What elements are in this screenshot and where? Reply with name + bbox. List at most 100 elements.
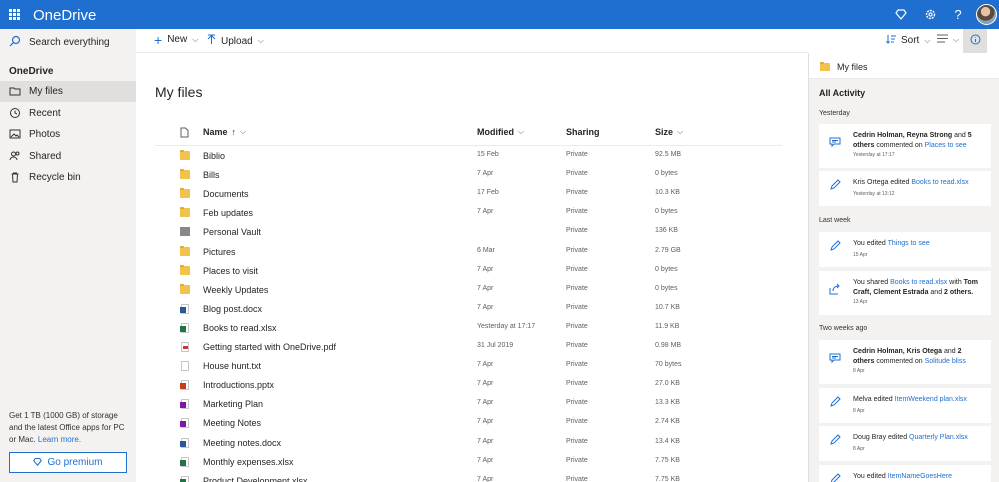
file-row[interactable]: Pictures 6 Mar Private 2.79 GB	[155, 243, 782, 262]
avatar[interactable]	[976, 4, 997, 25]
file-row[interactable]: House hunt.txt 7 Apr Private 70 bytes	[155, 357, 782, 376]
sidebar-item-label: Recycle bin	[29, 172, 81, 183]
file-row[interactable]: Personal Vault Private 136 KB	[155, 223, 782, 242]
activity-time: Yesterday at 13:12	[853, 191, 895, 197]
activity-text-part: Kris Ortega	[853, 179, 889, 186]
new-button[interactable]: + New ⌵	[154, 33, 198, 47]
file-name[interactable]: Introductions.pptx	[203, 380, 274, 390]
file-row[interactable]: Meeting notes.docx 7 Apr Private 13.4 KB	[155, 434, 782, 453]
file-row[interactable]: Weekly Updates 7 Apr Private 0 bytes	[155, 281, 782, 300]
file-sharing: Private	[566, 151, 588, 158]
file-row[interactable]: Documents 17 Feb Private 10.3 KB	[155, 185, 782, 204]
column-header-modified[interactable]: Modified ⌵	[477, 127, 524, 137]
info-pane-button[interactable]	[963, 29, 987, 53]
file-name[interactable]: Blog post.docx	[203, 304, 262, 314]
file-row[interactable]: Marketing Plan 7 Apr Private 13.3 KB	[155, 395, 782, 414]
trash-icon	[9, 171, 21, 183]
sidebar-item-label: Shared	[29, 151, 62, 162]
file-size: 0 bytes	[655, 284, 678, 292]
file-name[interactable]: Personal Vault	[203, 227, 261, 237]
file-row[interactable]: Meeting Notes 7 Apr Private 2.74 KB	[155, 414, 782, 433]
activity-card[interactable]: Cedrin Holman, Kris Otega and 2 others c…	[819, 340, 991, 384]
file-name[interactable]: Meeting Notes	[203, 418, 261, 428]
file-name[interactable]: Weekly Updates	[203, 285, 268, 295]
activity-group-heading: Two weeks ago	[819, 325, 868, 332]
activity-card[interactable]: Kris Ortega edited Books to read.xlsx Yes…	[819, 171, 991, 206]
column-header-size[interactable]: Size ⌵	[655, 127, 683, 137]
file-name[interactable]: Monthly expenses.xlsx	[203, 457, 294, 467]
file-modified: 31 Jul 2019	[477, 342, 514, 349]
comment-icon	[829, 136, 841, 148]
file-row[interactable]: Feb updates 7 Apr Private 0 bytes	[155, 204, 782, 223]
activity-text-part: commented on	[874, 358, 925, 365]
activity-time: Yesterday at 17:17	[853, 152, 895, 158]
file-modified: 7 Apr	[477, 170, 494, 178]
chevron-down-icon: ⌵	[518, 127, 525, 136]
activity-card[interactable]: Melva edited ItemWeekend plan.xlsx 8 Apr	[819, 388, 991, 423]
go-premium-button[interactable]: Go premium	[9, 452, 127, 473]
activity-card[interactable]: Cedrin Holman, Reyna Strong and 5 others…	[819, 124, 991, 168]
search-input[interactable]: Search everything	[29, 37, 110, 48]
file-row[interactable]: Blog post.docx 7 Apr Private 10.7 KB	[155, 300, 782, 319]
app-launcher-icon[interactable]	[9, 9, 20, 20]
activity-file-link[interactable]: Books to read.xlsx	[890, 279, 947, 286]
file-size: 0.98 MB	[655, 342, 682, 349]
file-row[interactable]: Introductions.pptx 7 Apr Private 27.0 KB	[155, 376, 782, 395]
activity-card[interactable]: You edited ItemNameGoesHere	[819, 465, 991, 482]
file-name[interactable]: Feb updates	[203, 208, 253, 218]
file-row[interactable]: Bills 7 Apr Private 0 bytes	[155, 166, 782, 185]
app-title[interactable]: OneDrive	[33, 7, 96, 24]
activity-file-link[interactable]: Places to see	[925, 142, 967, 149]
file-row[interactable]: Biblio 15 Feb Private 92.5 MB	[155, 147, 782, 166]
activity-file-link[interactable]: Books to read.xlsx	[911, 179, 968, 186]
file-name[interactable]: Biblio	[203, 151, 225, 161]
file-name[interactable]: Product Development.xlsx	[203, 476, 308, 482]
sidebar-item-photos[interactable]: Photos	[0, 124, 136, 145]
column-header-sharing[interactable]: Sharing	[566, 127, 600, 137]
file-list-area: My files Name ↑ ⌵ Modified ⌵ Sharing Siz…	[136, 53, 808, 482]
activity-file-link[interactable]: Solitude bliss	[925, 358, 966, 365]
panel-title: My files	[837, 62, 868, 72]
file-name[interactable]: Pictures	[203, 247, 236, 257]
help-icon[interactable]: ?	[950, 6, 966, 22]
file-name[interactable]: House hunt.txt	[203, 361, 261, 371]
file-row[interactable]: Getting started with OneDrive.pdf 31 Jul …	[155, 338, 782, 357]
go-premium-label: Go premium	[47, 457, 103, 468]
activity-file-link[interactable]: ItemWeekend plan.xlsx	[895, 396, 967, 403]
file-name[interactable]: Documents	[203, 189, 249, 199]
activity-file-link[interactable]: Things to see	[888, 240, 930, 247]
diamond-icon[interactable]	[893, 6, 909, 22]
activity-text-part: edited	[888, 179, 912, 186]
column-sharing-label: Sharing	[566, 127, 600, 137]
file-row[interactable]: Product Development.xlsx 7 Apr Private 7.75…	[155, 472, 782, 482]
activity-file-link[interactable]: ItemNameGoesHere	[888, 473, 952, 480]
file-name[interactable]: Marketing Plan	[203, 399, 263, 409]
file-name[interactable]: Books to read.xlsx	[203, 323, 277, 333]
file-row[interactable]: Places to visit 7 Apr Private 0 bytes	[155, 262, 782, 281]
sidebar-item-recycle-bin[interactable]: Recycle bin	[0, 167, 136, 188]
search-box[interactable]: Search everything	[0, 29, 136, 54]
file-name[interactable]: Getting started with OneDrive.pdf	[203, 342, 336, 352]
view-options-button[interactable]: ⌵	[937, 34, 959, 46]
word-file-icon	[180, 303, 189, 314]
file-row[interactable]: Books to read.xlsx Yesterday at 17:17 Priv…	[155, 319, 782, 338]
activity-card[interactable]: You edited Things to see 15 Apr	[819, 232, 991, 267]
sidebar-item-recent[interactable]: Recent	[0, 103, 136, 124]
file-name[interactable]: Meeting notes.docx	[203, 438, 281, 448]
learn-more-link[interactable]: Learn more.	[38, 435, 81, 444]
column-header-name[interactable]: Name ↑ ⌵	[203, 127, 246, 137]
activity-text-part: edited	[886, 434, 910, 441]
activity-card[interactable]: You shared Books to read.xlsx with Tom C…	[819, 271, 991, 315]
file-row[interactable]: Monthly expenses.xlsx 7 Apr Private 7.75 KB	[155, 453, 782, 472]
sidebar-item-shared[interactable]: Shared	[0, 146, 136, 167]
file-name[interactable]: Bills	[203, 170, 220, 180]
activity-file-link[interactable]: Quarterly Plan.xlsx	[909, 434, 968, 441]
upload-button[interactable]: Upload ⌵	[207, 34, 264, 48]
file-sharing: Private	[566, 437, 588, 445]
gear-icon[interactable]	[922, 6, 938, 22]
file-name[interactable]: Places to visit	[203, 266, 258, 276]
activity-card[interactable]: Doug Bray edited Quarterly Plan.xlsx 8 Ap…	[819, 426, 991, 461]
sidebar-item-my-files[interactable]: My files	[0, 81, 136, 102]
file-type-column-header[interactable]	[180, 127, 189, 140]
sort-button[interactable]: Sort ⌵	[886, 34, 930, 47]
